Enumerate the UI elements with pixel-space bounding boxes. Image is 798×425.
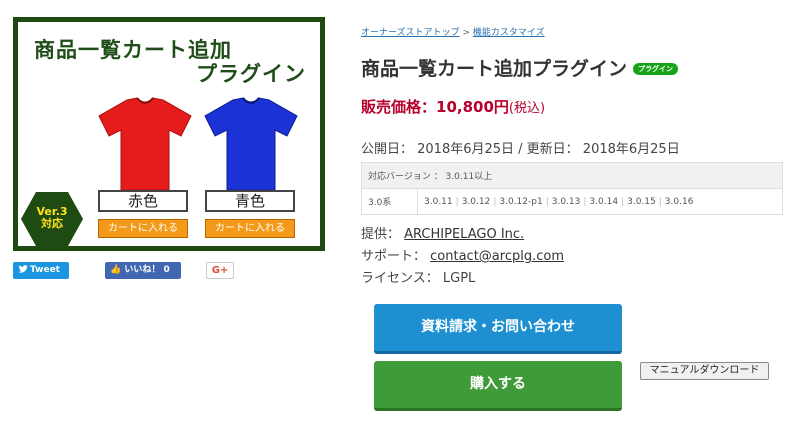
color-label-red: 赤色: [98, 190, 188, 212]
color-label-blue: 青色: [205, 190, 295, 212]
provider-line: 提供： ARCHIPELAGO Inc.: [361, 223, 524, 242]
version-table: 対応バージョン ： 3.0.11以上 3.0系 3.0.11 | 3.0.12 | 3.…: [361, 162, 783, 215]
version-list: 3.0.11 | 3.0.12 | 3.0.12-p1 | 3.0.13 | 3.0.14 | 3.…: [417, 188, 783, 215]
breadcrumb: オーナーズストアトップ > 機能カスタマイズ: [361, 25, 545, 38]
twitter-bird-icon: [18, 265, 28, 273]
image-cart-button-red: カートに入れる: [98, 219, 188, 238]
thumbs-up-icon: 👍: [110, 265, 122, 275]
blue-tshirt-icon: [204, 97, 298, 191]
version-series-label: 3.0系: [361, 188, 418, 215]
version-item: 3.0.12: [461, 196, 491, 207]
support-label: サポート：: [361, 249, 427, 264]
image-title-line2: プラグイン: [196, 62, 306, 86]
price-label: 販売価格：10,800円: [361, 98, 509, 116]
provider-link[interactable]: ARCHIPELAGO Inc.: [404, 227, 524, 242]
version-badge-line2: 対応: [41, 217, 63, 230]
provider-label: 提供：: [361, 227, 401, 242]
tweet-button[interactable]: Tweet: [13, 262, 69, 279]
version-badge-text: Ver.3 対応: [21, 206, 83, 230]
google-plus-button[interactable]: G+: [206, 262, 234, 279]
image-cart-button-blue: カートに入れる: [205, 219, 295, 238]
version-item: 3.0.16: [664, 196, 694, 207]
support-email-link[interactable]: contact@arcplg.com: [430, 249, 564, 264]
license-value: LGPL: [442, 271, 476, 286]
product-image: 商品一覧カート追加 プラグイン 赤色 青色 カートに入れる カートに入れる Ve…: [13, 17, 325, 251]
facebook-like-button[interactable]: 👍 いいね！ 0: [105, 262, 181, 279]
red-tshirt-icon: [98, 97, 192, 191]
license-label: ライセンス：: [361, 271, 439, 286]
breadcrumb-separator: >: [462, 28, 470, 38]
plugin-badge: プラグイン: [633, 63, 679, 75]
product-title-text: 商品一覧カート追加プラグイン: [361, 58, 628, 80]
product-image-canvas: 商品一覧カート追加 プラグイン 赤色 青色 カートに入れる カートに入れる Ve…: [18, 22, 320, 246]
support-line: サポート： contact@arcplg.com: [361, 245, 564, 264]
version-table-header: 対応バージョン ： 3.0.11以上: [361, 162, 783, 189]
price: 販売価格：10,800円(税込): [361, 96, 545, 117]
buy-button[interactable]: 購入する: [374, 361, 622, 411]
breadcrumb-category-link[interactable]: 機能カスタマイズ: [473, 28, 545, 38]
price-tax: (税込): [508, 101, 546, 116]
version-item: 3.0.13: [551, 196, 581, 207]
page-title: 商品一覧カート追加プラグイン プラグイン: [361, 54, 679, 81]
like-label: いいね！ 0: [124, 265, 170, 275]
version-table-header-row: 対応バージョン ： 3.0.11以上: [361, 162, 783, 189]
version-item: 3.0.11: [424, 196, 453, 207]
manual-download-button[interactable]: マニュアルダウンロード: [640, 362, 769, 380]
inquiry-button[interactable]: 資料請求・お問い合わせ: [374, 304, 622, 354]
version-item: 3.0.12-p1: [499, 196, 543, 207]
tweet-label: Tweet: [30, 265, 60, 275]
version-table-row: 3.0系 3.0.11 | 3.0.12 | 3.0.12-p1 | 3.0.13 | 3.0.…: [361, 188, 783, 215]
version-item: 3.0.14: [589, 196, 619, 207]
license-line: ライセンス： LGPL: [361, 267, 475, 286]
breadcrumb-home-link[interactable]: オーナーズストアトップ: [361, 28, 460, 38]
publish-dates: 公開日： 2018年6月25日 / 更新日： 2018年6月25日: [361, 142, 680, 157]
version-item: 3.0.15: [627, 196, 656, 207]
